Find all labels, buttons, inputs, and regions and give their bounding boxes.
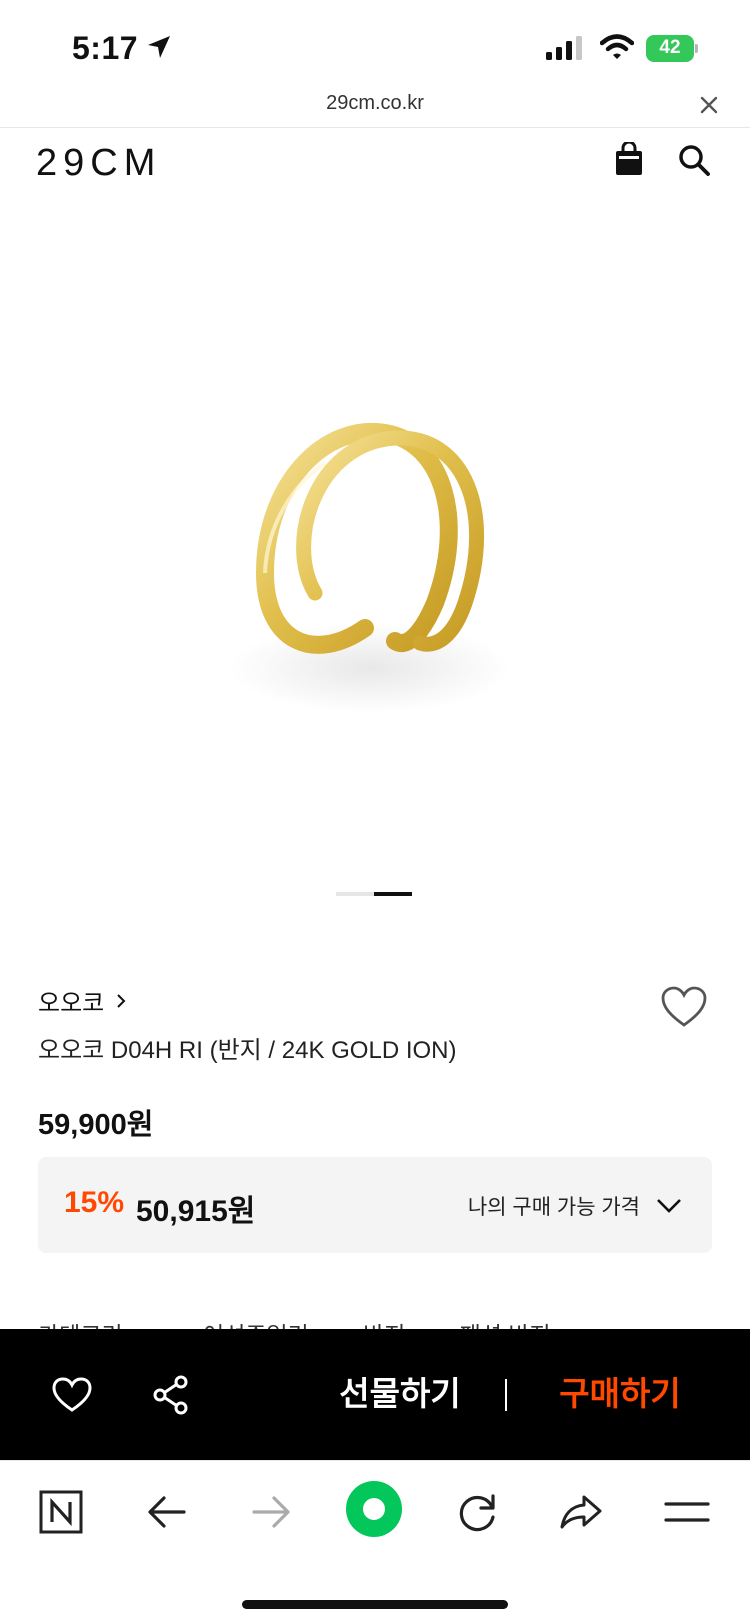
shopping-bag-icon[interactable] bbox=[614, 142, 644, 176]
location-arrow-icon bbox=[148, 36, 170, 58]
wifi-icon bbox=[600, 34, 634, 59]
discount-price: 50,915원 bbox=[136, 1195, 256, 1228]
brand-name: 오오코 bbox=[38, 990, 105, 1017]
carousel-dot[interactable] bbox=[336, 892, 374, 896]
chevron-right-icon bbox=[117, 993, 126, 1008]
battery-level: 42 bbox=[659, 37, 681, 58]
heart-icon[interactable] bbox=[660, 985, 708, 1029]
naver-green-dot-icon[interactable] bbox=[344, 1479, 404, 1539]
buy-button[interactable]: 구매하기 bbox=[520, 1369, 720, 1419]
product-image[interactable] bbox=[0, 208, 750, 888]
status-bar: 5:17 42 bbox=[0, 0, 750, 90]
refresh-icon[interactable] bbox=[452, 1487, 502, 1537]
battery-icon: 42 bbox=[646, 35, 698, 62]
cellular-signal-icon bbox=[546, 36, 582, 60]
image-carousel-indicator bbox=[336, 892, 414, 896]
send-icon[interactable] bbox=[556, 1487, 606, 1537]
url-bar: 29cm.co.kr bbox=[0, 90, 750, 128]
share-icon[interactable] bbox=[152, 1375, 190, 1415]
carousel-dot-active[interactable] bbox=[374, 892, 412, 896]
browser-toolbar bbox=[0, 1460, 750, 1623]
product-title: 오오코 D04H RI (반지 / 24K GOLD ION) bbox=[38, 1037, 457, 1064]
menu-icon[interactable] bbox=[662, 1487, 712, 1537]
discount-rate: 15% bbox=[64, 1186, 125, 1219]
purchase-action-bar: 선물하기 구매하기 bbox=[0, 1329, 750, 1460]
my-price-toggle[interactable]: 나의 구매 가능 가격 bbox=[468, 1191, 682, 1221]
gold-ring-image bbox=[230, 422, 510, 713]
naver-n-icon[interactable] bbox=[36, 1487, 86, 1537]
status-time: 5:17 bbox=[72, 30, 139, 66]
forward-arrow-icon[interactable] bbox=[246, 1487, 296, 1537]
home-indicator bbox=[242, 1600, 508, 1609]
action-divider bbox=[505, 1379, 507, 1411]
close-icon[interactable] bbox=[700, 96, 718, 114]
url-domain[interactable]: 29cm.co.kr bbox=[0, 92, 750, 115]
price-original: 59,900원 bbox=[38, 1109, 154, 1141]
site-logo[interactable]: 29CM bbox=[36, 142, 161, 185]
search-icon[interactable] bbox=[678, 144, 710, 176]
my-price-label: 나의 구매 가능 가격 bbox=[467, 1196, 640, 1219]
chevron-down-icon bbox=[657, 1199, 681, 1213]
site-header: 29CM bbox=[0, 128, 750, 208]
brand-link[interactable]: 오오코 bbox=[38, 983, 126, 1018]
heart-icon[interactable] bbox=[52, 1377, 92, 1413]
my-price-box[interactable]: 15% 50,915원 나의 구매 가능 가격 bbox=[38, 1157, 712, 1253]
back-arrow-icon[interactable] bbox=[142, 1487, 192, 1537]
gift-button[interactable]: 선물하기 bbox=[300, 1369, 500, 1419]
